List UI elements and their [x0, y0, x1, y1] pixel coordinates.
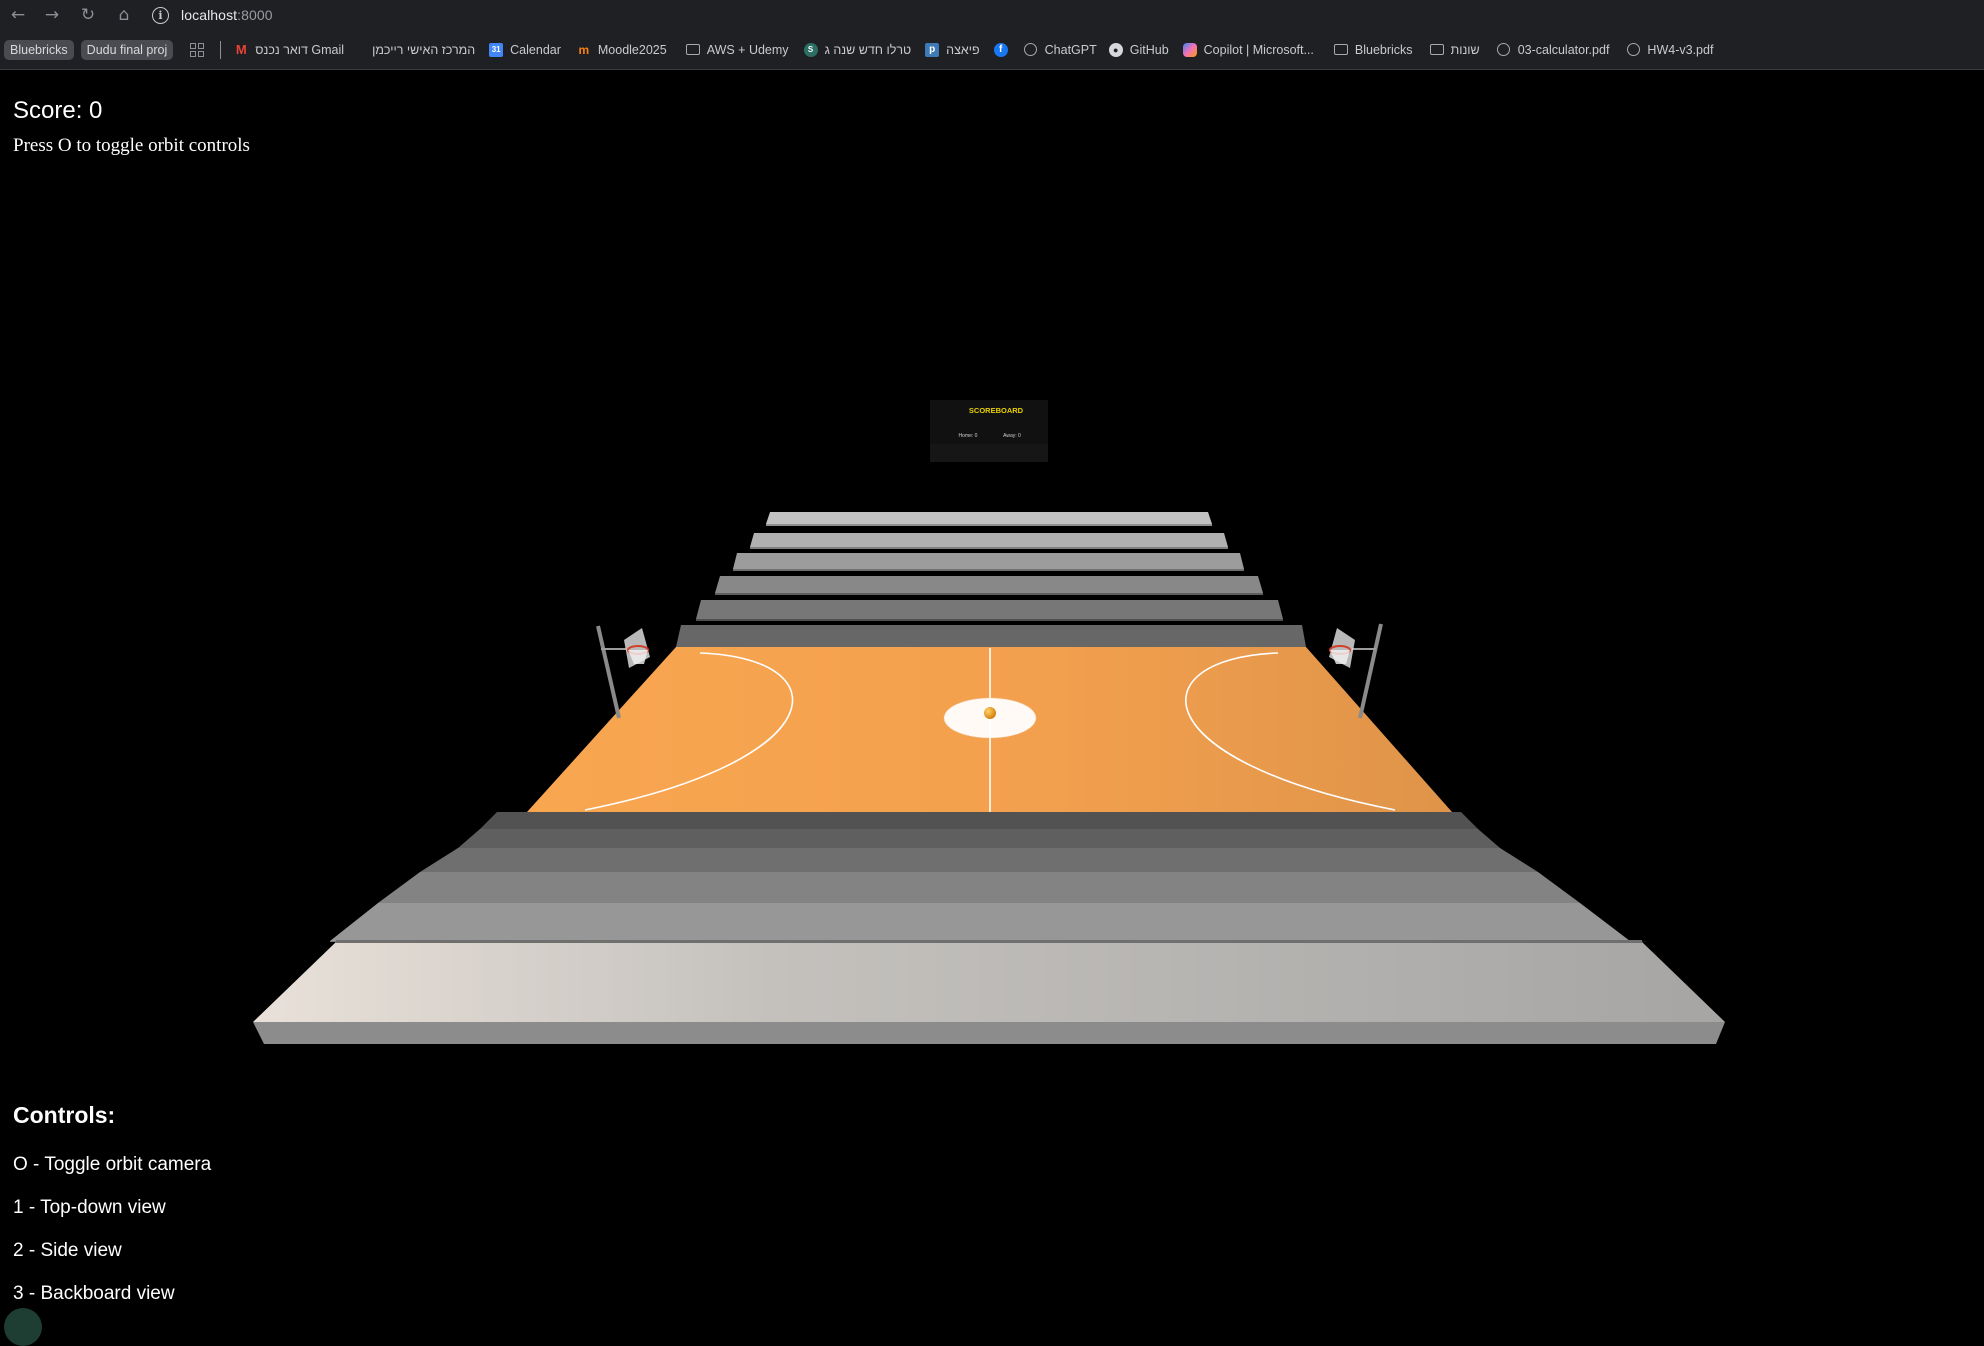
bookmark-bluebricks-folder[interactable]: Bluebricks	[1333, 42, 1413, 57]
apps-grid-icon[interactable]	[190, 42, 205, 57]
home-button[interactable]: ⌂	[106, 0, 142, 30]
bookmark-pill-dudu[interactable]: Dudu final proj	[80, 39, 174, 60]
globe-icon	[1497, 43, 1511, 57]
bookmark-label: 03-calculator.pdf	[1517, 42, 1610, 57]
controls-panel: Controls: O - Toggle orbit camera 1 - To…	[13, 1102, 211, 1304]
basketball-scene-canvas[interactable]: SCOREBOARD Home: 0 Away: 0	[0, 70, 1984, 1321]
github-icon: ●	[1108, 42, 1123, 57]
bookmark-piazza[interactable]: p פיאצה	[925, 42, 980, 57]
arrow-left-icon: ←	[10, 5, 26, 25]
bookmark-label: Copilot | Microsoft...	[1203, 42, 1314, 57]
facebook-icon: f	[993, 42, 1008, 57]
gmail-icon: M	[235, 42, 247, 57]
bookmarks-separator	[220, 40, 222, 59]
bookmarks-bar: Bluebricks Dudu final proj M דואר נכנס G…	[0, 30, 1984, 70]
bookmark-pill-bluebricks[interactable]: Bluebricks	[4, 39, 74, 60]
corner-widget-icon[interactable]	[4, 1308, 42, 1346]
home-icon: ⌂	[118, 5, 130, 25]
bookmark-label: המרכז האישי רייכמן	[372, 42, 476, 57]
bookmark-label: טרלו חדש שנה ג	[824, 42, 912, 57]
bookmark-label: פיאצה	[946, 42, 980, 57]
bookmark-label: דואר נכנס Gmail	[255, 42, 345, 57]
forward-button[interactable]: →	[34, 0, 70, 30]
arrow-right-icon: →	[44, 5, 60, 25]
bookmark-calculator-pdf[interactable]: 03-calculator.pdf	[1497, 42, 1610, 57]
bookmark-reichman[interactable]: המרכז האישי רייכמן	[372, 43, 475, 57]
back-button[interactable]: ←	[0, 0, 36, 30]
bookmark-trello[interactable]: S טרלו חדש שנה ג	[803, 42, 912, 57]
far-bleachers	[676, 512, 1306, 647]
address-bar[interactable]: i localhost:8000	[142, 2, 1972, 28]
reload-icon: ↻	[80, 5, 96, 25]
browser-toolbar: ← → ↻ ⌂ i localhost:8000	[0, 0, 1984, 30]
globe-icon	[1626, 43, 1640, 57]
bookmark-label: Calendar	[510, 42, 561, 57]
bookmark-moodle[interactable]: m Moodle2025	[577, 43, 667, 57]
score-display: Score: 0	[13, 97, 103, 124]
control-item-side: 2 - Side view	[13, 1240, 122, 1261]
copilot-icon	[1182, 42, 1197, 57]
scoreboard-home: Home: 0	[959, 433, 978, 439]
url-host: localhost	[181, 7, 238, 23]
bookmark-label: Bluebricks	[1354, 42, 1413, 57]
control-item-top-down: 1 - Top-down view	[13, 1197, 166, 1218]
calendar-icon: 31	[489, 42, 504, 57]
reload-button[interactable]: ↻	[70, 0, 106, 30]
url-text: localhost:8000	[181, 7, 273, 23]
bookmark-copilot[interactable]: Copilot | Microsoft...	[1182, 42, 1314, 57]
url-port: :8000	[237, 7, 273, 23]
bookmark-label: ChatGPT	[1044, 42, 1097, 57]
control-item-backboard: 3 - Backboard view	[13, 1283, 175, 1304]
bookmark-calendar[interactable]: 31 Calendar	[489, 42, 561, 57]
folder-icon	[1429, 43, 1444, 57]
folder-icon	[1333, 43, 1348, 57]
bookmark-gmail[interactable]: M דואר נכנס Gmail	[234, 42, 345, 57]
scoreboard-title: SCOREBOARD	[969, 406, 1024, 415]
bookmark-label: שונות	[1450, 42, 1480, 57]
basketball	[984, 707, 996, 719]
bookmark-shonot-folder[interactable]: שונות	[1429, 42, 1480, 57]
scoreboard-away: Away: 0	[1003, 433, 1021, 439]
controls-title: Controls:	[13, 1102, 116, 1128]
bookmark-hw4-pdf[interactable]: HW4-v3.pdf	[1626, 43, 1713, 57]
folder-icon	[685, 43, 700, 57]
piazza-icon: p	[925, 42, 940, 57]
orbit-hint-text: Press O to toggle orbit controls	[13, 135, 250, 156]
bookmark-label: HW4-v3.pdf	[1647, 42, 1714, 57]
bookmark-label: Moodle2025	[597, 42, 667, 57]
basketball-court	[527, 647, 1452, 812]
bookmark-github[interactable]: ● GitHub	[1108, 42, 1169, 57]
scoreboard: SCOREBOARD Home: 0 Away: 0	[930, 400, 1048, 462]
bookmark-label: AWS + Udemy	[706, 42, 789, 57]
moodle-icon: m	[578, 42, 590, 57]
bookmark-aws-udemy[interactable]: AWS + Udemy	[685, 42, 789, 57]
bookmark-label: GitHub	[1129, 42, 1169, 57]
bookmark-facebook[interactable]: f	[993, 42, 1015, 57]
control-item-orbit: O - Toggle orbit camera	[13, 1154, 212, 1175]
trello-icon: S	[803, 42, 818, 57]
bookmark-chatgpt[interactable]: ChatGPT	[1024, 43, 1097, 57]
near-bleachers	[253, 812, 1725, 1044]
chatgpt-icon	[1024, 43, 1038, 57]
site-info-icon[interactable]: i	[152, 6, 169, 24]
